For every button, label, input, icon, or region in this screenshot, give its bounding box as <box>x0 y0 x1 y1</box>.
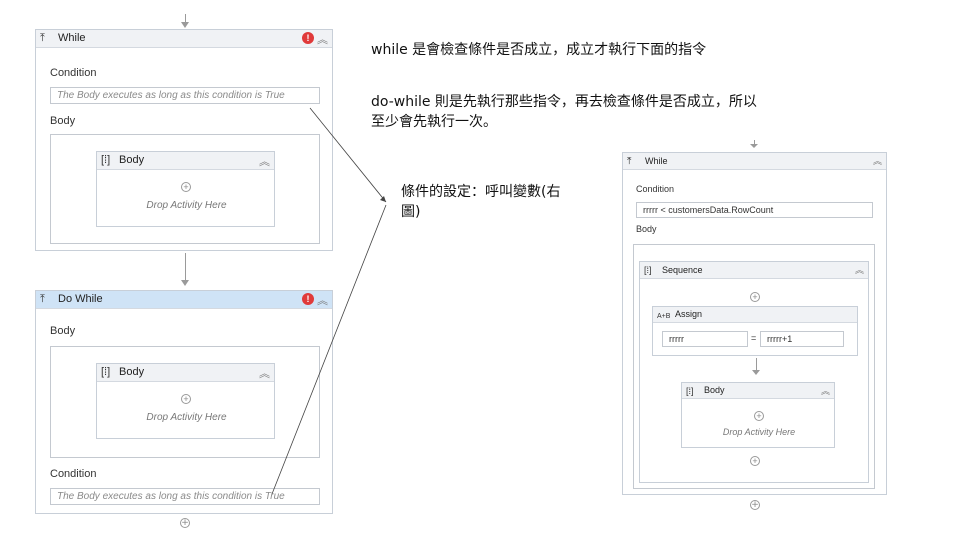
body-drop-area[interactable]: [⁞] Sequence ︽ + A+B Assign rrrrr = rrrr… <box>633 244 875 489</box>
body-label: Body <box>636 224 657 234</box>
add-activity-icon[interactable]: + <box>750 292 760 302</box>
add-activity-icon[interactable]: + <box>750 500 760 510</box>
while-explanation: while 是會檢查條件是否成立，成立才執行下面的指令 <box>371 42 707 58</box>
assign-value-input[interactable]: rrrrr+1 <box>760 331 844 347</box>
sequence-title: Sequence <box>662 265 703 275</box>
sequence-header[interactable]: [⁞] Sequence ︽ <box>640 262 868 279</box>
annotation-arrow-icon <box>380 196 386 202</box>
sequence-activity[interactable]: [⁞] Sequence ︽ + A+B Assign rrrrr = rrrr… <box>639 261 869 483</box>
assign-activity[interactable]: A+B Assign rrrrr = rrrrr+1 <box>652 306 858 356</box>
condition-input[interactable]: rrrrr < customersData.RowCount <box>636 202 873 218</box>
while-title: While <box>645 156 668 166</box>
assign-equals: = <box>751 333 757 343</box>
assign-to-input[interactable]: rrrrr <box>662 331 748 347</box>
dowhile-explanation-line1: do-while 則是先執行那些指令，再去檢查條件是否成立，所以 <box>371 94 757 110</box>
dowhile-explanation-line2: 至少會先執行一次。 <box>371 114 497 130</box>
connector-arrow-icon <box>752 370 760 375</box>
inner-body-header[interactable]: [⁞] Body ︽ <box>682 383 834 399</box>
condition-note-line2: 圖) <box>401 204 421 220</box>
drop-activity-hint: Drop Activity Here <box>722 427 796 437</box>
collapse-chevron-icon[interactable]: ︽ <box>855 263 864 276</box>
while-activity[interactable]: ⤒ While ︽ Condition rrrrr < customersDat… <box>622 152 887 495</box>
assign-icon: A+B <box>657 313 671 320</box>
assign-header[interactable]: A+B Assign <box>653 307 857 323</box>
condition-label: Condition <box>636 184 675 194</box>
collapse-chevron-icon[interactable]: ︽ <box>873 154 882 167</box>
inner-body-title: Body <box>704 385 725 395</box>
while-header[interactable]: ⤒ While ︽ <box>623 153 886 170</box>
condition-note-line1: 條件的設定：呼叫變數(右 <box>401 184 561 200</box>
sequence-icon: [⁞] <box>686 386 694 396</box>
sequence-icon: [⁞] <box>644 265 652 275</box>
add-activity-icon[interactable]: + <box>754 411 764 421</box>
inner-body-activity[interactable]: [⁞] Body ︽ + Drop Activity Here <box>681 382 835 448</box>
collapse-chevron-icon[interactable]: ︽ <box>821 384 830 397</box>
annotation-line-dowhile <box>271 204 387 495</box>
assign-title: Assign <box>675 309 703 319</box>
add-activity-icon[interactable]: + <box>750 456 760 466</box>
while-loop-icon: ⤒ <box>627 156 632 167</box>
connector-arrow-icon <box>750 144 758 148</box>
